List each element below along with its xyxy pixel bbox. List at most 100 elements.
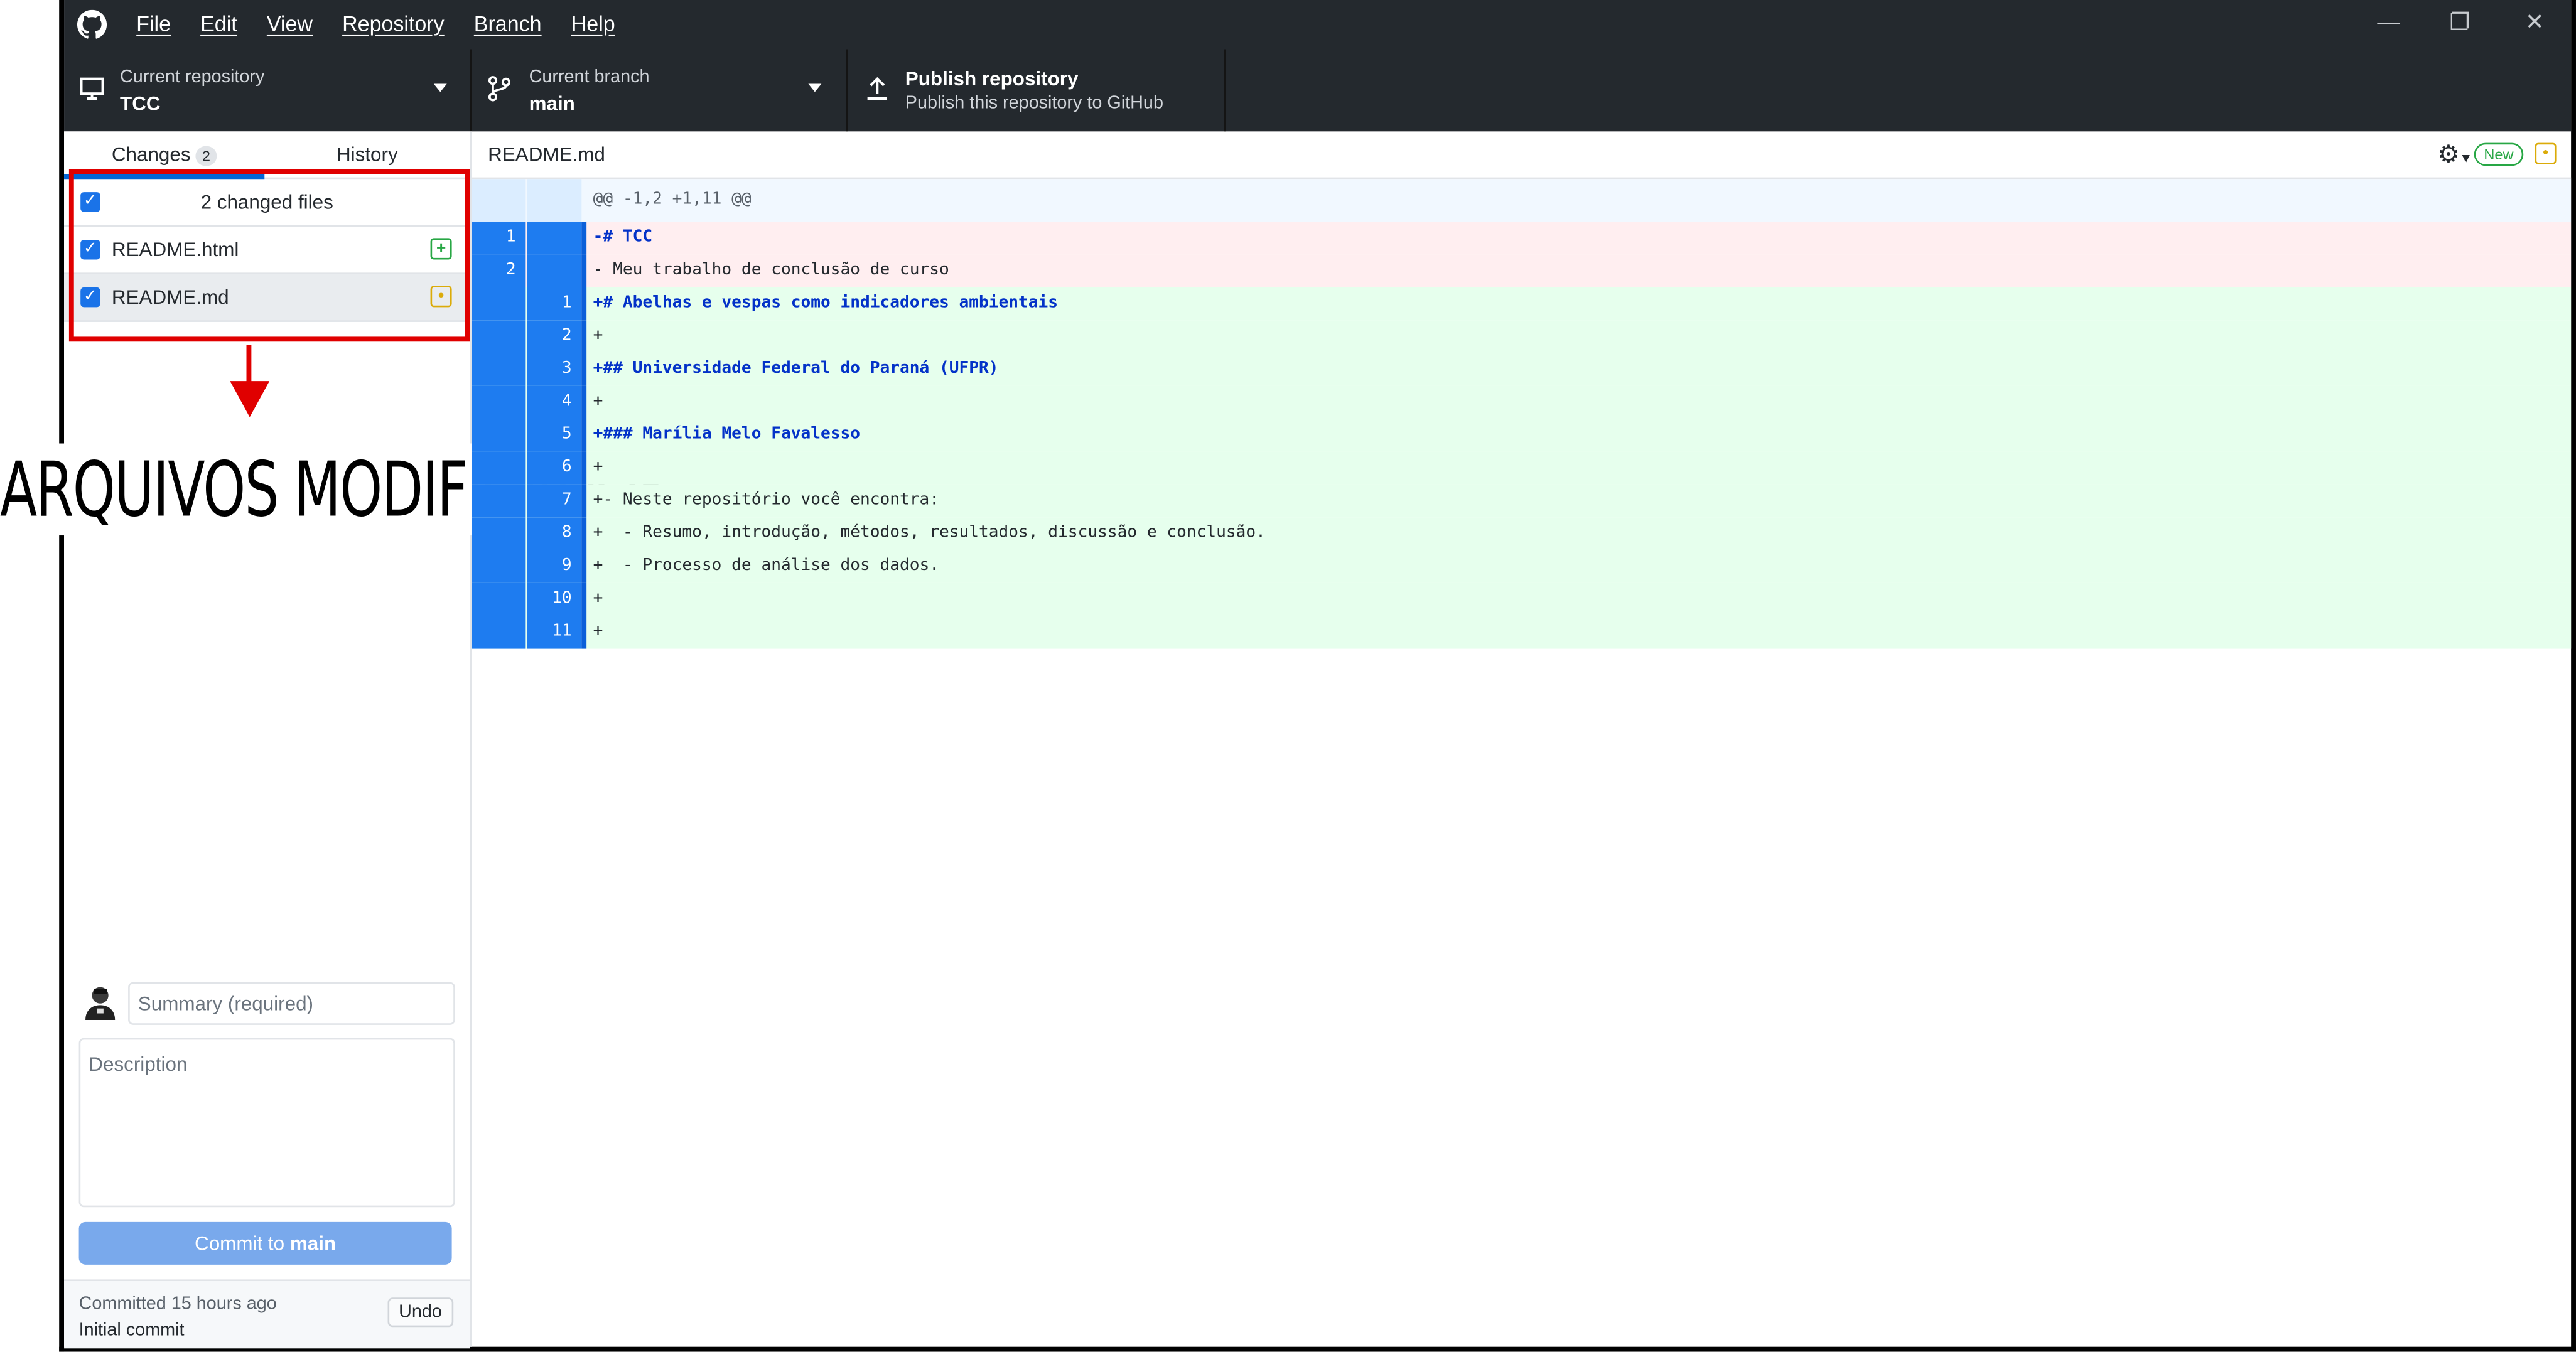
hunk-header: @@ -1,2 +1,11 @@ bbox=[593, 190, 752, 209]
description-textarea[interactable]: Description bbox=[78, 1038, 455, 1208]
deleted-line-row[interactable]: 2 - Meu trabalho de conclusão de curso bbox=[471, 254, 2572, 287]
app-window: File Edit View Repository Branch Help — … bbox=[0, 0, 2576, 1352]
added-line-row[interactable]: 10 + bbox=[471, 582, 2572, 616]
last-commit-message: Initial commit bbox=[78, 1320, 185, 1341]
line-selection-marker bbox=[581, 320, 587, 353]
diff-view: @@ -1,2 +1,11 @@ 1 -# TCC 2 - Meu trabalho … bbox=[471, 179, 2572, 649]
new-line-number: 4 bbox=[527, 385, 582, 419]
line-selection-marker bbox=[581, 222, 587, 255]
gutter-old bbox=[471, 179, 526, 222]
old-line-number bbox=[471, 550, 526, 583]
annotation-arrowhead-icon bbox=[230, 381, 270, 417]
undo-button[interactable]: Undo bbox=[387, 1297, 454, 1328]
avatar bbox=[85, 987, 116, 1020]
new-line-number bbox=[527, 222, 582, 255]
line-selection-marker bbox=[581, 582, 587, 616]
diff-line-text: + bbox=[593, 392, 603, 411]
repo-caption: Current repository bbox=[120, 67, 265, 87]
old-line-number bbox=[471, 320, 526, 353]
added-line-row[interactable]: 8 + - Resumo, introdução, métodos, result… bbox=[471, 517, 2572, 550]
current-branch-button[interactable]: Current branch main bbox=[472, 49, 848, 132]
annotation-arrow-icon bbox=[246, 345, 252, 385]
chevron-down-icon bbox=[808, 83, 822, 92]
desktop-icon bbox=[80, 77, 104, 100]
added-line-row[interactable]: 9 + - Processo de análise dos dados. bbox=[471, 550, 2572, 583]
hunk-header-row: @@ -1,2 +1,11 @@ bbox=[471, 179, 2572, 222]
old-line-number bbox=[471, 484, 526, 518]
old-line-number: 1 bbox=[471, 222, 526, 255]
github-logo-icon bbox=[77, 9, 107, 39]
diff-line-text: + bbox=[593, 326, 603, 345]
commit-button[interactable]: Commit to main bbox=[78, 1221, 452, 1265]
added-line-row[interactable]: 2 + bbox=[471, 320, 2572, 353]
diff-line-text: - Meu trabalho de conclusão de curso bbox=[593, 261, 949, 279]
menu-help[interactable]: Help bbox=[571, 11, 615, 36]
last-commit-bar: Committed 15 hours ago Initial commit Un… bbox=[64, 1279, 470, 1349]
old-line-number bbox=[471, 451, 526, 485]
added-line-row[interactable]: 6 + bbox=[471, 451, 2572, 485]
publish-repository-button[interactable]: Publish repository Publish this reposito… bbox=[848, 49, 1226, 132]
changes-count-badge: 2 bbox=[195, 146, 217, 166]
line-selection-marker bbox=[581, 353, 587, 386]
diff-line-text: + bbox=[593, 458, 603, 476]
new-line-number: 8 bbox=[527, 517, 582, 550]
menu-repository[interactable]: Repository bbox=[342, 11, 445, 36]
annotation-highlight-box bbox=[68, 169, 470, 342]
diff-line-text: + - Processo de análise dos dados. bbox=[593, 557, 940, 575]
added-line-row[interactable]: 4 + bbox=[471, 385, 2572, 419]
added-line-row[interactable]: 5 +### Marília Melo Favalesso bbox=[471, 419, 2572, 452]
deleted-line-row[interactable]: 1 -# TCC bbox=[471, 222, 2572, 255]
new-line-number: 2 bbox=[527, 320, 582, 353]
line-selection-marker bbox=[581, 419, 587, 452]
line-selection-marker bbox=[581, 616, 587, 649]
restore-icon[interactable]: ❐ bbox=[2449, 8, 2470, 36]
new-line-number bbox=[527, 254, 582, 287]
tab-history-label: History bbox=[336, 142, 398, 166]
diff-line-text: +- Neste repositório você encontra: bbox=[593, 491, 940, 510]
gear-icon[interactable]: ⚙▼ bbox=[2437, 139, 2472, 169]
new-line-number: 6 bbox=[527, 451, 582, 485]
added-line-row[interactable]: 11 + bbox=[471, 616, 2572, 649]
diff-line-text: +### Marília Melo Favalesso bbox=[593, 425, 861, 444]
branch-icon bbox=[488, 76, 511, 102]
line-selection-marker bbox=[581, 451, 587, 485]
new-line-number: 10 bbox=[527, 582, 582, 616]
title-bar: File Edit View Repository Branch Help — … bbox=[64, 0, 2572, 50]
old-line-number bbox=[471, 385, 526, 419]
menu-edit[interactable]: Edit bbox=[200, 11, 237, 36]
menu-file[interactable]: File bbox=[136, 11, 171, 36]
minimize-icon[interactable]: — bbox=[2377, 8, 2400, 35]
added-line-row[interactable]: 7 +- Neste repositório você encontra: bbox=[471, 484, 2572, 518]
old-line-number bbox=[471, 287, 526, 321]
diff-header: README.md ⚙▼ New • bbox=[471, 131, 2572, 180]
commit-button-label: Commit to bbox=[195, 1231, 290, 1255]
new-line-number: 7 bbox=[527, 484, 582, 518]
diff-file-name: README.md bbox=[488, 142, 605, 166]
diff-line-text: +## Universidade Federal do Paraná (UFPR… bbox=[593, 360, 999, 378]
menu-branch[interactable]: Branch bbox=[474, 11, 542, 36]
current-repository-button[interactable]: Current repository TCC bbox=[64, 49, 472, 132]
commit-panel: Summary (required) Description Commit to… bbox=[64, 969, 470, 1349]
diff-line-text: -# TCC bbox=[593, 228, 653, 247]
close-icon[interactable]: ✕ bbox=[2525, 8, 2545, 36]
added-line-row[interactable]: 3 +## Universidade Federal do Paraná (UFP… bbox=[471, 353, 2572, 386]
branch-caption: Current branch bbox=[529, 67, 650, 87]
upload-icon bbox=[867, 77, 888, 100]
line-selection-marker bbox=[581, 550, 587, 583]
summary-input[interactable]: Summary (required) bbox=[128, 982, 455, 1025]
new-badge: New bbox=[2474, 142, 2524, 166]
added-line-row[interactable]: 1 +# Abelhas e vespas como indicadores am… bbox=[471, 287, 2572, 321]
description-placeholder: Description bbox=[89, 1053, 188, 1076]
old-line-number bbox=[471, 419, 526, 452]
commit-button-branch: main bbox=[289, 1231, 337, 1255]
branch-name: main bbox=[529, 92, 575, 115]
new-line-number: 3 bbox=[527, 353, 582, 386]
new-line-number: 9 bbox=[527, 550, 582, 583]
old-line-number bbox=[471, 616, 526, 649]
menu-bar: File Edit View Repository Branch Help bbox=[136, 11, 645, 36]
menu-view[interactable]: View bbox=[267, 11, 313, 36]
gutter-new bbox=[527, 179, 582, 222]
new-line-number: 1 bbox=[527, 287, 582, 321]
old-line-number bbox=[471, 353, 526, 386]
line-selection-marker bbox=[581, 484, 587, 518]
